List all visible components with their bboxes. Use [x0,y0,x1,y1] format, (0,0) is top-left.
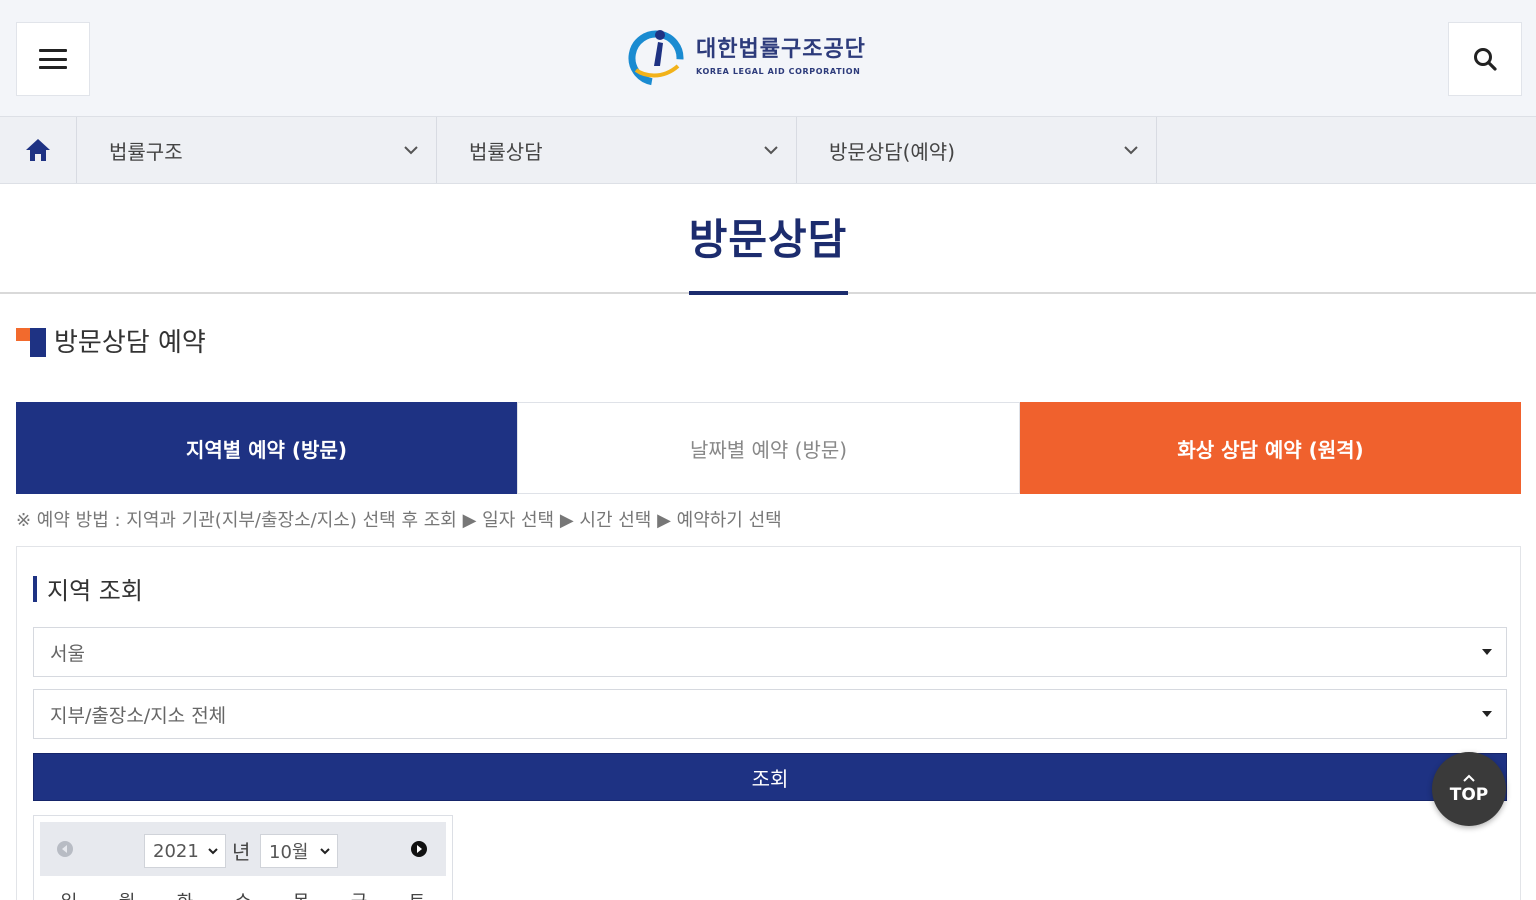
weekday-label: 월 [119,888,136,900]
chevron-down-icon [1124,146,1138,155]
weekday-label: 목 [293,888,310,900]
nav-dropdown-legal-counsel[interactable]: 법률상담 [437,117,797,183]
calendar-prev-icon[interactable] [54,838,76,860]
logo-english-text: KOREA LEGAL AID CORPORATION [696,66,861,76]
region-select-value: 서울 [50,642,85,665]
year-select[interactable]: 2021 [144,834,226,868]
year-value: 2021 [153,840,199,862]
scroll-top-label: TOP [1449,784,1489,805]
chevron-down-icon [320,848,330,855]
calendar: 2021 년 10월 일 월 화 수 목 금 토 [33,815,453,900]
dropdown-caret-icon [1482,711,1492,717]
weekday-label: 토 [409,888,426,900]
section-marker-icon [16,325,46,357]
chevron-down-icon [208,848,218,855]
region-select[interactable]: 서울 [33,627,1507,677]
nav-home-button[interactable] [0,117,77,183]
heading-bar [33,575,37,602]
weekday-label: 수 [235,888,252,900]
region-search-panel: 지역 조회 서울 지부/출장소/지소 전체 조회 2021 년 10월 [16,546,1521,900]
site-header: 대한법률구조공단 KOREA LEGAL AID CORPORATION [0,0,1536,116]
hamburger-icon [39,49,67,69]
weekday-label: 금 [351,888,368,900]
nav-label: 방문상담(예약) [829,139,956,164]
reservation-method-note: ※ 예약 방법 : 지역과 기관(지부/출장소/지소) 선택 후 조회 ▶ 일자… [16,510,782,531]
scroll-top-button[interactable]: TOP [1432,752,1506,826]
breadcrumb-nav: 법률구조 법률상담 방문상담(예약) [0,116,1536,184]
home-icon [26,139,50,161]
chevron-up-icon [1463,774,1475,782]
weekday-label: 화 [177,888,194,900]
month-value: 10월 [269,842,309,863]
search-button[interactable] [1448,22,1522,96]
weekday-label: 일 [61,888,78,900]
section-title: 방문상담 예약 [54,328,206,358]
nav-label: 법률구조 [109,139,183,164]
page-title: 방문상담 [688,215,848,264]
reservation-tabs: 지역별 예약 (방문) 날짜별 예약 (방문) 화상 상담 예약 (원격) [16,402,1521,494]
search-submit-button[interactable]: 조회 [33,753,1507,801]
region-search-heading: 지역 조회 [33,571,143,606]
menu-button[interactable] [16,22,90,96]
calendar-header: 2021 년 10월 [40,822,446,876]
title-underline [689,291,848,295]
weekday-row: 일 월 화 수 목 금 토 [40,888,446,900]
nav-dropdown-legal-aid[interactable]: 법률구조 [77,117,437,183]
site-logo[interactable]: 대한법률구조공단 KOREA LEGAL AID CORPORATION [626,24,866,88]
logo-emblem-icon [628,30,684,86]
office-select-value: 지부/출장소/지소 전체 [50,704,227,727]
tab-date-reservation[interactable]: 날짜별 예약 (방문) [517,402,1020,494]
tab-video-reservation[interactable]: 화상 상담 예약 (원격) [1020,402,1521,494]
year-unit-label: 년 [232,840,251,864]
month-select[interactable]: 10월 [260,834,338,868]
chevron-down-icon [764,146,778,155]
calendar-next-icon[interactable] [408,838,430,860]
tab-region-reservation[interactable]: 지역별 예약 (방문) [16,402,517,494]
logo-korean-text: 대한법률구조공단 [696,36,866,62]
dropdown-caret-icon [1482,649,1492,655]
nav-dropdown-visit-counsel[interactable]: 방문상담(예약) [797,117,1157,183]
chevron-down-icon [404,146,418,155]
section-heading: 방문상담 예약 [16,322,206,359]
region-search-title: 지역 조회 [47,577,143,605]
search-icon [1474,48,1497,71]
nav-label: 법률상담 [469,139,543,164]
office-select[interactable]: 지부/출장소/지소 전체 [33,689,1507,739]
